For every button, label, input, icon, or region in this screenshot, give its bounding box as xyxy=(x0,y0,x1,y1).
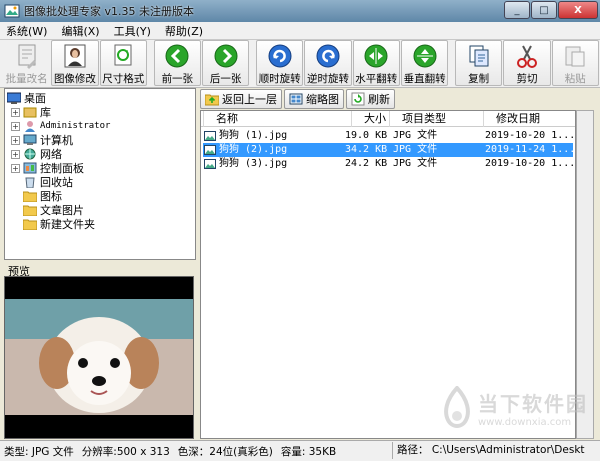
rotate-clockwise-button[interactable]: 顺时旋转 xyxy=(256,40,304,86)
title-bar: 图像批处理专家 v1.35 未注册版本 _ □ X xyxy=(0,0,600,22)
tree-item-network[interactable]: + 网络 xyxy=(11,147,62,161)
rotate-cw-icon xyxy=(266,43,294,69)
menu-edit[interactable]: 编辑(X) xyxy=(61,23,99,39)
flip-vertical-button[interactable]: 垂直翻转 xyxy=(400,40,449,86)
computer-icon xyxy=(23,134,37,145)
status-path: 路径： C:\Users\Administrator\Deskt xyxy=(392,442,598,459)
expand-toggle[interactable]: + xyxy=(11,135,20,145)
folder-up-icon xyxy=(205,94,219,106)
folder-icon xyxy=(23,205,37,216)
close-button[interactable]: X xyxy=(558,1,598,19)
expand-toggle[interactable]: + xyxy=(11,121,20,131)
image-file-icon xyxy=(204,131,216,141)
folder-icon xyxy=(23,191,37,202)
batch-rename-button[interactable]: 批量改名 xyxy=(3,40,50,86)
expand-toggle[interactable]: + xyxy=(11,149,20,159)
user-icon xyxy=(25,121,35,132)
minimize-button[interactable]: _ xyxy=(504,1,530,19)
prev-arrow-icon xyxy=(163,43,191,69)
menu-bar: 系统(W) 编辑(X) 工具(Y) 帮助(Z) xyxy=(0,22,600,40)
tree-item-recycle-bin[interactable]: 回收站 xyxy=(23,175,73,189)
list-header: 名称 大小 项目类型 修改日期 xyxy=(201,111,575,127)
watermark-logo-icon xyxy=(444,386,470,428)
expand-toggle[interactable]: + xyxy=(11,107,20,117)
refresh-button[interactable]: 刷新 xyxy=(346,89,395,109)
tree-item-desktop[interactable]: 桌面 xyxy=(7,91,46,105)
column-date[interactable]: 修改日期 xyxy=(483,111,575,127)
expand-toggle[interactable]: + xyxy=(11,163,20,173)
folder-tree[interactable]: 桌面 + 库 + Administrator + 计算机 + 网络 + 控制面板… xyxy=(4,88,196,260)
thumbnail-view-button[interactable]: 缩略图 xyxy=(284,89,344,109)
control-panel-icon xyxy=(23,162,37,174)
tree-item-article-images-folder[interactable]: 文章图片 xyxy=(23,203,84,217)
column-type[interactable]: 项目类型 xyxy=(389,111,483,127)
tree-item-computer[interactable]: + 计算机 xyxy=(11,133,73,147)
rename-icon xyxy=(13,43,41,69)
image-edit-button[interactable]: 图像修改 xyxy=(51,40,99,86)
refresh-icon xyxy=(351,92,365,106)
next-arrow-icon xyxy=(212,43,240,69)
size-format-button[interactable]: 尺寸格式 xyxy=(99,40,147,86)
watermark-name: 当下软件园 xyxy=(478,392,588,416)
watermark: 当下软件园 www.downxia.com xyxy=(440,386,588,430)
menu-help[interactable]: 帮助(Z) xyxy=(165,23,203,39)
image-file-icon xyxy=(204,159,216,169)
image-preview xyxy=(4,276,194,439)
scissors-icon xyxy=(513,43,541,69)
flip-horizontal-icon xyxy=(362,43,390,69)
tree-item-library[interactable]: + 库 xyxy=(11,105,51,119)
rotate-counterclockwise-button[interactable]: 逆时旋转 xyxy=(304,40,352,86)
go-up-button[interactable]: 返回上一层 xyxy=(200,89,282,109)
previous-image-button[interactable]: 前一张 xyxy=(153,40,201,86)
table-row[interactable]: 狗狗 (3).jpg 24.2 KB JPG 文件 2019-10-20 1..… xyxy=(203,157,575,171)
tree-item-icons-folder[interactable]: 图标 xyxy=(23,189,62,203)
tree-item-control-panel[interactable]: + 控制面板 xyxy=(11,161,84,175)
flip-vertical-icon xyxy=(411,43,439,69)
recycle-bin-icon xyxy=(25,177,35,188)
library-icon xyxy=(23,107,37,118)
window-title: 图像批处理专家 v1.35 未注册版本 xyxy=(24,5,194,18)
next-image-button[interactable]: 后一张 xyxy=(201,40,250,86)
image-file-icon xyxy=(204,145,216,155)
folder-icon xyxy=(23,219,37,230)
network-icon xyxy=(24,148,36,160)
main-toolbar: 批量改名 图像修改 尺寸格式 前一张 后一张 顺时旋转 逆时旋转 水平翻转 垂直… xyxy=(0,40,600,88)
tree-item-administrator[interactable]: + Administrator xyxy=(11,119,110,133)
dog-photo xyxy=(5,299,193,415)
status-color-depth: 色深：24位(真彩色) xyxy=(177,445,273,458)
paste-icon xyxy=(561,43,589,69)
copy-button[interactable]: 复制 xyxy=(455,40,503,86)
cut-button[interactable]: 剪切 xyxy=(503,40,551,86)
file-toolbar: 返回上一层 缩略图 刷新 xyxy=(200,88,600,110)
status-file-type: 类型: JPG 文件 xyxy=(4,445,74,458)
menu-tools[interactable]: 工具(Y) xyxy=(114,23,151,39)
copy-icon xyxy=(465,43,493,69)
paste-button[interactable]: 粘贴 xyxy=(551,40,599,86)
column-size[interactable]: 大小 xyxy=(351,111,389,127)
app-icon xyxy=(4,4,20,18)
status-resolution: 分辨率:500 x 313 xyxy=(81,445,170,458)
menu-system[interactable]: 系统(W) xyxy=(6,23,47,39)
desktop-icon xyxy=(7,92,21,104)
rotate-ccw-icon xyxy=(314,43,342,69)
maximize-button[interactable]: □ xyxy=(531,1,557,19)
flip-horizontal-button[interactable]: 水平翻转 xyxy=(352,40,400,86)
status-capacity: 容量: 35KB xyxy=(280,445,337,458)
resize-icon xyxy=(109,43,137,69)
watermark-url: www.downxia.com xyxy=(478,417,572,428)
tree-item-new-folder[interactable]: 新建文件夹 xyxy=(23,217,95,231)
thumbnail-icon xyxy=(289,93,303,105)
table-row[interactable]: 狗狗 (1).jpg 19.0 KB JPG 文件 2019-10-20 1..… xyxy=(203,129,575,143)
column-name[interactable]: 名称 xyxy=(203,111,351,127)
portrait-icon xyxy=(61,43,89,69)
table-row[interactable]: 狗狗 (2).jpg 34.2 KB JPG 文件 2019-11-24 1..… xyxy=(203,143,575,157)
